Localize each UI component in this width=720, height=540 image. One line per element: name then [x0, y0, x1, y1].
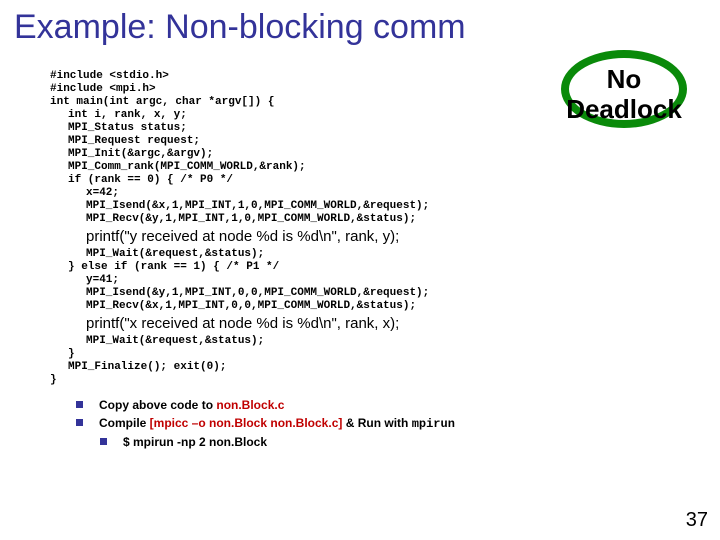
code-listing-2: MPI_Wait(&request,&status);} else if (ra…	[50, 248, 670, 313]
code-line: MPI_Isend(&x,1,MPI_INT,1,0,MPI_COMM_WORL…	[50, 200, 670, 213]
note-2a: Compile	[99, 416, 150, 430]
code-line: MPI_Finalize(); exit(0);	[50, 361, 670, 374]
badge-text: No Deadlock	[534, 60, 714, 124]
badge-line1: No	[607, 64, 642, 94]
code-line: MPI_Wait(&request,&status);	[50, 248, 670, 261]
code-line: y=41;	[50, 274, 670, 287]
code-line: MPI_Wait(&request,&status);	[50, 335, 670, 348]
badge-line2: Deadlock	[566, 94, 682, 124]
note-text: Compile [mpicc –o non.Block non.Block.c]…	[99, 415, 455, 432]
code-line: MPI_Comm_rank(MPI_COMM_WORLD,&rank);	[50, 161, 670, 174]
printf-line-2: printf("x received at node %d is %d\n", …	[50, 313, 670, 335]
code-line: #include <stdio.h>	[50, 70, 169, 82]
instruction-notes: Copy above code to non.Block.c Compile […	[76, 397, 670, 450]
note-2c: & Run with	[342, 416, 411, 430]
note-3-run-command: $ mpirun -np 2 non.Block	[123, 434, 267, 450]
slide-title: Example: Non-blocking comm	[0, 0, 720, 51]
code-line: }	[50, 374, 57, 386]
code-line: int main(int argc, char *argv[]) {	[50, 96, 274, 108]
no-deadlock-badge: No Deadlock	[534, 60, 714, 124]
note-2-mpirun: mpirun	[412, 417, 455, 431]
note-2-command: [mpicc –o non.Block non.Block.c]	[150, 416, 343, 430]
note-row-2: Compile [mpicc –o non.Block non.Block.c]…	[76, 415, 670, 432]
bullet-icon	[76, 419, 83, 426]
code-line: MPI_Recv(&x,1,MPI_INT,0,0,MPI_COMM_WORLD…	[50, 300, 670, 313]
code-line: x=42;	[50, 187, 670, 200]
code-line: #include <mpi.h>	[50, 83, 156, 95]
note-1-filename: non.Block.c	[216, 398, 284, 412]
printf-line-1: printf("y received at node %d is %d\n", …	[50, 226, 670, 248]
code-line: }	[50, 348, 670, 361]
code-line: if (rank == 0) { /* P0 */	[50, 174, 670, 187]
code-line: MPI_Request request;	[50, 135, 670, 148]
page-number: 37	[686, 509, 708, 532]
note-text: Copy above code to non.Block.c	[99, 397, 284, 413]
code-line: } else if (rank == 1) { /* P1 */	[50, 261, 670, 274]
code-line: MPI_Init(&argc,&argv);	[50, 148, 670, 161]
bullet-icon	[100, 438, 107, 445]
note-1a: Copy above code to	[99, 398, 216, 412]
note-row-3: $ mpirun -np 2 non.Block	[76, 434, 670, 450]
code-line: MPI_Recv(&y,1,MPI_INT,1,0,MPI_COMM_WORLD…	[50, 213, 670, 226]
note-row-1: Copy above code to non.Block.c	[76, 397, 670, 413]
code-line: MPI_Isend(&y,1,MPI_INT,0,0,MPI_COMM_WORL…	[50, 287, 670, 300]
bullet-icon	[76, 401, 83, 408]
code-listing-3: MPI_Wait(&request,&status);}MPI_Finalize…	[50, 335, 670, 387]
